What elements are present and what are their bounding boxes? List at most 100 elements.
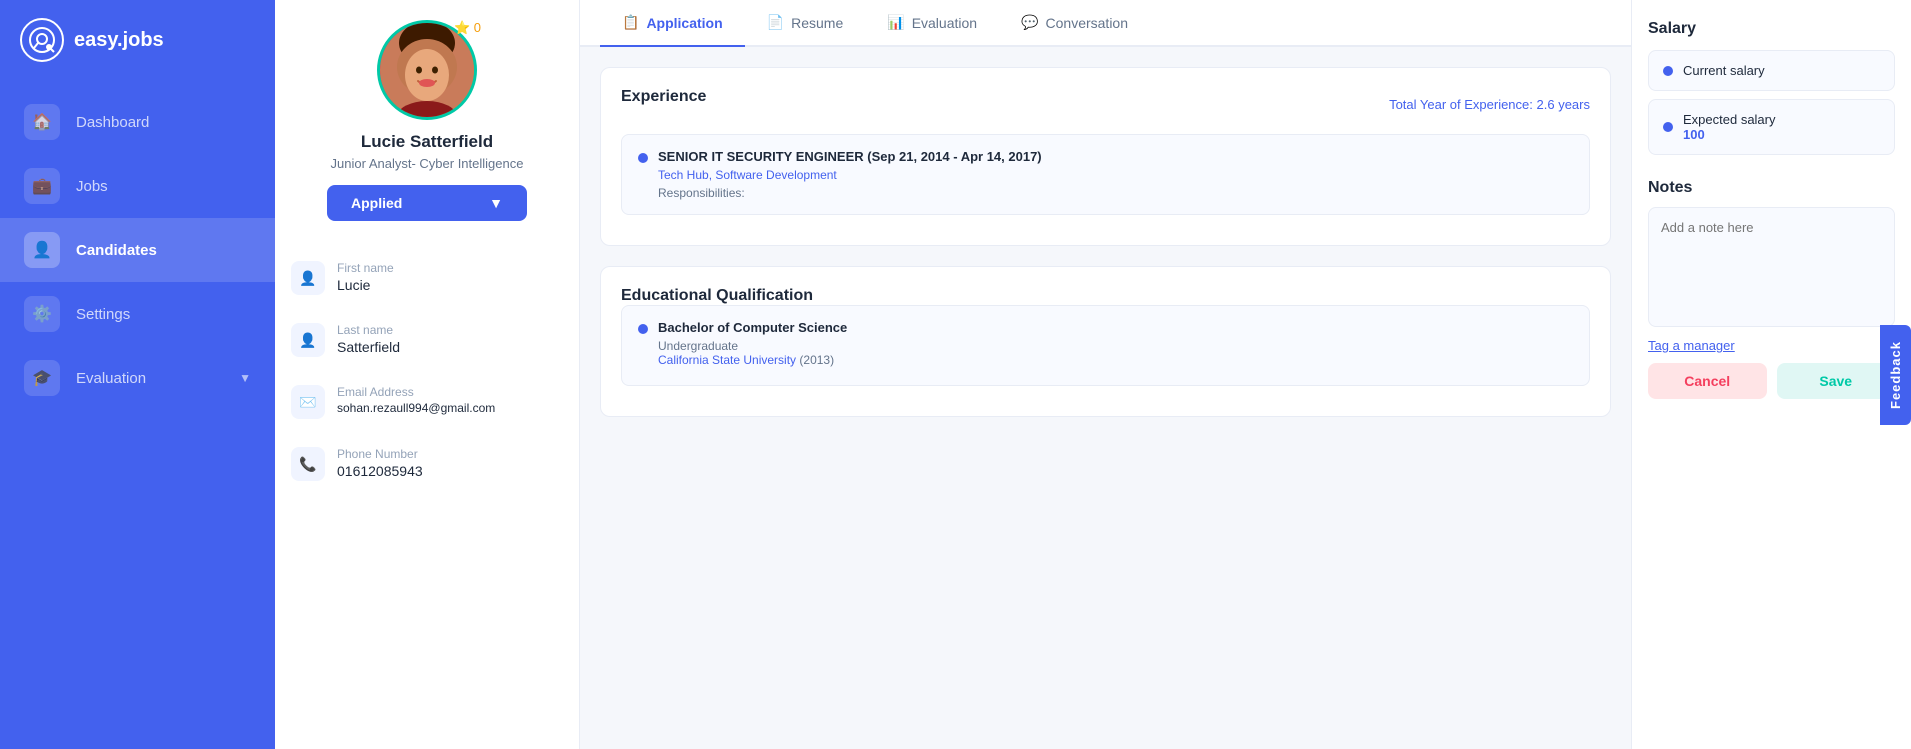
edu-bullet-icon [638, 324, 648, 334]
salary-title: Salary [1648, 20, 1895, 38]
application-tab-icon: 📋 [622, 14, 639, 31]
sidebar-item-settings[interactable]: ⚙️ Settings [0, 282, 275, 346]
firstname-value: Lucie [337, 277, 394, 293]
sidebar-label-jobs: Jobs [76, 178, 108, 195]
current-salary-card: Current salary [1648, 50, 1895, 91]
expected-salary-card: Expected salary 100 [1648, 99, 1895, 155]
profile-panel: ⭐ 0 Lucie Satterfield Junior Analyst- Cy… [275, 0, 580, 749]
notes-section: Notes Tag a manager Cancel Save [1648, 179, 1895, 399]
salary-dot-current [1663, 66, 1673, 76]
phone-icon: 📞 [291, 447, 325, 481]
experience-details: SENIOR IT SECURITY ENGINEER (Sep 21, 201… [658, 149, 1042, 200]
lastname-value: Satterfield [337, 339, 400, 355]
experience-item-bullet: SENIOR IT SECURITY ENGINEER (Sep 21, 201… [638, 149, 1573, 200]
resume-tab-icon: 📄 [767, 14, 784, 31]
field-content-email: Email Address sohan.rezaull994@gmail.com [337, 385, 495, 415]
experience-header: Experience Total Year of Experience: 2.6… [621, 88, 1590, 120]
total-years-value: 2.6 years [1537, 97, 1590, 112]
experience-years: Total Year of Experience: 2.6 years [1389, 97, 1590, 112]
exp-responsibilities: Responsibilities: [658, 186, 1042, 200]
field-row-lastname: 👤 Last name Satterfield [291, 315, 563, 365]
sidebar-item-evaluation[interactable]: 🎓 Evaluation ▼ [0, 346, 275, 410]
logo-icon [20, 18, 64, 62]
tab-application-label: Application [646, 15, 722, 31]
save-button[interactable]: Save [1777, 363, 1896, 399]
field-content-firstname: First name Lucie [337, 261, 394, 293]
tab-conversation[interactable]: 💬 Conversation [999, 0, 1150, 47]
exp-subtitle: Tech Hub, Software Development [658, 168, 1042, 182]
expected-salary-label: Expected salary [1683, 112, 1776, 127]
edu-institution: California State University (2013) [658, 353, 847, 367]
education-title: Educational Qualification [621, 287, 813, 304]
sidebar-item-jobs[interactable]: 💼 Jobs [0, 154, 275, 218]
field-content-phone: Phone Number 01612085943 [337, 447, 423, 479]
sidebar-item-dashboard[interactable]: 🏠 Dashboard [0, 90, 275, 154]
tab-evaluation[interactable]: 📊 Evaluation [865, 0, 999, 47]
status-button[interactable]: Applied ▼ [327, 185, 527, 221]
email-icon: ✉️ [291, 385, 325, 419]
salary-section: Salary Current salary Expected salary 10… [1648, 20, 1895, 163]
profile-fields: 👤 First name Lucie 👤 Last name Satterfie… [291, 253, 563, 489]
status-label: Applied [351, 195, 402, 211]
notes-textarea[interactable] [1648, 207, 1895, 327]
field-content-lastname: Last name Satterfield [337, 323, 400, 355]
sidebar: easy.jobs 🏠 Dashboard 💼 Jobs 👤 Candidate… [0, 0, 275, 749]
settings-icon: ⚙️ [24, 296, 60, 332]
education-item: Bachelor of Computer Science Undergradua… [621, 305, 1590, 386]
sidebar-label-settings: Settings [76, 306, 130, 323]
candidates-icon: 👤 [24, 232, 60, 268]
logo-text: easy.jobs [74, 29, 164, 52]
sidebar-label-evaluation: Evaluation [76, 370, 146, 387]
nav: 🏠 Dashboard 💼 Jobs 👤 Candidates ⚙️ Setti… [0, 80, 275, 420]
cancel-button[interactable]: Cancel [1648, 363, 1767, 399]
chevron-down-icon: ▼ [239, 371, 251, 385]
profile-name: Lucie Satterfield [361, 132, 493, 152]
person-icon: 👤 [291, 261, 325, 295]
bullet-icon [638, 153, 648, 163]
education-section: Educational Qualification Bachelor of Co… [600, 266, 1611, 417]
logo[interactable]: easy.jobs [0, 0, 275, 80]
email-value: sohan.rezaull994@gmail.com [337, 401, 495, 415]
expected-salary-value: 100 [1683, 127, 1776, 142]
feedback-button[interactable]: Feedback [1880, 325, 1911, 425]
conversation-tab-icon: 💬 [1021, 14, 1038, 31]
tab-resume[interactable]: 📄 Resume [745, 0, 866, 47]
salary-dot-expected [1663, 122, 1673, 132]
person-icon-2: 👤 [291, 323, 325, 357]
notes-actions: Cancel Save [1648, 363, 1895, 399]
field-row-phone: 📞 Phone Number 01612085943 [291, 439, 563, 489]
expected-salary-content: Expected salary 100 [1683, 112, 1776, 142]
experience-section: Experience Total Year of Experience: 2.6… [600, 67, 1611, 246]
total-years-label: Total Year of Experience: [1389, 97, 1533, 112]
sidebar-label-candidates: Candidates [76, 242, 157, 259]
tab-evaluation-label: Evaluation [912, 15, 977, 31]
tabs-bar: 📋 Application 📄 Resume 📊 Evaluation 💬 Co… [580, 0, 1631, 47]
profile-header: ⭐ 0 Lucie Satterfield Junior Analyst- Cy… [291, 20, 563, 237]
phone-value: 01612085943 [337, 463, 423, 479]
tab-application[interactable]: 📋 Application [600, 0, 745, 47]
jobs-icon: 💼 [24, 168, 60, 204]
firstname-label: First name [337, 261, 394, 275]
edu-level: Undergraduate [658, 339, 847, 353]
right-panel: Salary Current salary Expected salary 10… [1631, 0, 1911, 749]
experience-title: Experience [621, 88, 706, 106]
evaluation-tab-icon: 📊 [887, 14, 904, 31]
tag-manager-link[interactable]: Tag a manager [1648, 338, 1895, 353]
tab-resume-label: Resume [791, 15, 843, 31]
experience-item: SENIOR IT SECURITY ENGINEER (Sep 21, 201… [621, 134, 1590, 215]
profile-title: Junior Analyst- Cyber Intelligence [331, 156, 524, 171]
current-salary-label: Current salary [1683, 63, 1765, 78]
avatar-wrapper: ⭐ 0 [377, 20, 477, 120]
home-icon: 🏠 [24, 104, 60, 140]
phone-label: Phone Number [337, 447, 423, 461]
email-label: Email Address [337, 385, 495, 399]
sidebar-item-candidates[interactable]: 👤 Candidates [0, 218, 275, 282]
tab-conversation-label: Conversation [1046, 15, 1129, 31]
education-item-bullet: Bachelor of Computer Science Undergradua… [638, 320, 1573, 371]
feedback-panel: Feedback [1880, 325, 1911, 425]
star-badge: ⭐ 0 [454, 20, 481, 36]
detail-panel: 📋 Application 📄 Resume 📊 Evaluation 💬 Co… [580, 0, 1631, 749]
education-details: Bachelor of Computer Science Undergradua… [658, 320, 847, 371]
tab-content: Experience Total Year of Experience: 2.6… [580, 47, 1631, 749]
evaluation-icon: 🎓 [24, 360, 60, 396]
